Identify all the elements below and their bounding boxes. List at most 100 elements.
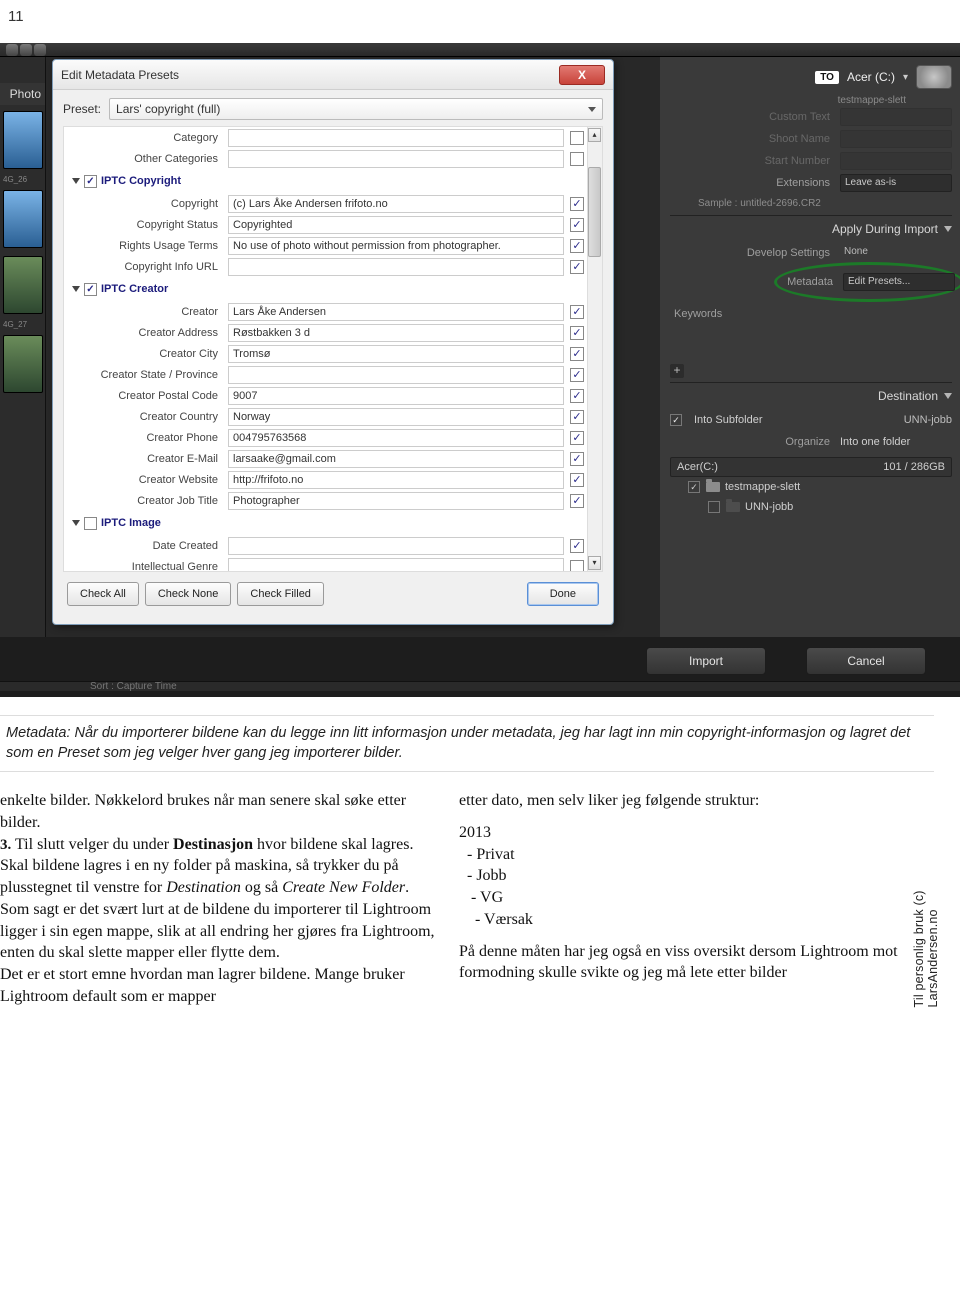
field-input[interactable]: (c) Lars Åke Andersen frifoto.no bbox=[228, 195, 564, 213]
field-checkbox[interactable] bbox=[570, 410, 584, 424]
field-input[interactable] bbox=[228, 537, 564, 555]
figure-caption: Metadata: Når du importerer bildene kan … bbox=[0, 715, 934, 772]
screenshot-container: Photo 4G_26 4G_27 Edit Metadata Presets … bbox=[0, 43, 960, 697]
window-control[interactable] bbox=[6, 44, 18, 56]
field-label: Creator bbox=[70, 306, 228, 318]
left-filmstrip: Photo 4G_26 4G_27 bbox=[0, 57, 46, 637]
window-control[interactable] bbox=[20, 44, 32, 56]
field-checkbox[interactable] bbox=[570, 218, 584, 232]
field-input[interactable] bbox=[228, 366, 564, 384]
scroll-up-icon[interactable]: ▴ bbox=[588, 128, 601, 142]
extensions-label: Extensions bbox=[670, 177, 840, 189]
field-checkbox[interactable] bbox=[570, 347, 584, 361]
field-checkbox[interactable] bbox=[570, 260, 584, 274]
option-input[interactable] bbox=[840, 130, 952, 148]
field-input[interactable] bbox=[228, 558, 564, 573]
field-input[interactable] bbox=[228, 129, 564, 147]
field-input[interactable] bbox=[228, 258, 564, 276]
field-input[interactable]: 004795763568 bbox=[228, 429, 564, 447]
check-all-button[interactable]: Check All bbox=[67, 582, 139, 606]
cancel-button[interactable]: Cancel bbox=[806, 647, 926, 675]
field-checkbox[interactable] bbox=[570, 305, 584, 319]
metadata-field-row: Copyright StatusCopyrighted bbox=[70, 214, 584, 235]
organize-value[interactable]: Into one folder bbox=[840, 436, 952, 448]
add-icon[interactable]: + bbox=[670, 364, 684, 378]
module-tab[interactable]: Photo bbox=[0, 83, 45, 105]
field-input[interactable] bbox=[228, 150, 564, 168]
metadata-field-row: Intellectual Genre bbox=[70, 556, 584, 572]
scroll-thumb[interactable] bbox=[588, 167, 601, 257]
section-header[interactable]: IPTC Copyright bbox=[70, 169, 584, 193]
field-checkbox[interactable] bbox=[570, 431, 584, 445]
section-header[interactable]: IPTC Creator bbox=[70, 277, 584, 301]
section-checkbox[interactable] bbox=[84, 283, 97, 296]
section-header[interactable]: IPTC Image bbox=[70, 511, 584, 535]
field-checkbox[interactable] bbox=[570, 368, 584, 382]
metadata-field-row: Creator CityTromsø bbox=[70, 343, 584, 364]
preset-select[interactable]: Lars' copyright (full) bbox=[109, 98, 603, 120]
field-input[interactable]: Copyrighted bbox=[228, 216, 564, 234]
thumbnail[interactable] bbox=[3, 111, 43, 169]
check-filled-button[interactable]: Check Filled bbox=[237, 582, 324, 606]
field-checkbox[interactable] bbox=[570, 389, 584, 403]
field-checkbox[interactable] bbox=[570, 539, 584, 553]
check-none-button[interactable]: Check None bbox=[145, 582, 232, 606]
field-checkbox[interactable] bbox=[570, 560, 584, 573]
folder-checkbox[interactable] bbox=[708, 501, 720, 513]
section-checkbox[interactable] bbox=[84, 175, 97, 188]
scroll-down-icon[interactable]: ▾ bbox=[588, 556, 601, 570]
section-checkbox[interactable] bbox=[84, 517, 97, 530]
folder-icon bbox=[726, 502, 740, 512]
extensions-select[interactable]: Leave as-is bbox=[840, 174, 952, 192]
window-control[interactable] bbox=[34, 44, 46, 56]
field-input[interactable]: Lars Åke Andersen bbox=[228, 303, 564, 321]
chevron-down-icon bbox=[944, 393, 952, 399]
folder-tree-row[interactable]: UNN-jobb bbox=[670, 497, 952, 517]
field-input[interactable]: larsaake@gmail.com bbox=[228, 450, 564, 468]
field-checkbox[interactable] bbox=[570, 494, 584, 508]
field-input[interactable]: http://frifoto.no bbox=[228, 471, 564, 489]
thumbnail[interactable] bbox=[3, 256, 43, 314]
field-label: Creator Postal Code bbox=[70, 390, 228, 402]
metadata-field-row: Creator Phone004795763568 bbox=[70, 427, 584, 448]
destination-drive[interactable]: Acer (C:) bbox=[847, 70, 895, 84]
folder-checkbox[interactable] bbox=[688, 481, 700, 493]
field-checkbox[interactable] bbox=[570, 239, 584, 253]
field-input[interactable]: Photographer bbox=[228, 492, 564, 510]
apply-during-import-header[interactable]: Apply During Import bbox=[670, 215, 952, 242]
field-input[interactable]: 9007 bbox=[228, 387, 564, 405]
thumbnail[interactable] bbox=[3, 335, 43, 393]
develop-settings-value[interactable]: None bbox=[840, 244, 952, 262]
os-titlebar bbox=[0, 43, 960, 57]
import-button[interactable]: Import bbox=[646, 647, 766, 675]
destination-header[interactable]: Destination bbox=[670, 382, 952, 409]
field-label: Creator City bbox=[70, 348, 228, 360]
field-input[interactable]: Røstbakken 3 d bbox=[228, 324, 564, 342]
metadata-select[interactable]: Edit Presets... bbox=[843, 273, 955, 291]
thumbnail[interactable] bbox=[3, 190, 43, 248]
field-checkbox[interactable] bbox=[570, 197, 584, 211]
field-checkbox[interactable] bbox=[570, 326, 584, 340]
metadata-field-row: Copyright(c) Lars Åke Andersen frifoto.n… bbox=[70, 193, 584, 214]
into-subfolder-value[interactable]: UNN-jobb bbox=[904, 414, 952, 426]
folder-tree-row[interactable]: testmappe-slett bbox=[670, 477, 952, 497]
field-input[interactable]: No use of photo without permission from … bbox=[228, 237, 564, 255]
field-checkbox[interactable] bbox=[570, 473, 584, 487]
thumb-label: 4G_27 bbox=[0, 320, 45, 329]
done-button[interactable]: Done bbox=[527, 582, 599, 606]
field-checkbox[interactable] bbox=[570, 152, 584, 166]
field-label: Date Created bbox=[70, 540, 228, 552]
volume-row[interactable]: Acer(C:)101 / 286GB bbox=[670, 457, 952, 477]
field-checkbox[interactable] bbox=[570, 131, 584, 145]
preset-value: Lars' copyright (full) bbox=[116, 102, 220, 116]
chevron-down-icon[interactable]: ▾ bbox=[903, 72, 908, 83]
field-checkbox[interactable] bbox=[570, 452, 584, 466]
field-input[interactable]: Tromsø bbox=[228, 345, 564, 363]
chevron-down-icon bbox=[72, 520, 80, 526]
into-subfolder-checkbox[interactable] bbox=[670, 414, 682, 426]
scrollbar[interactable]: ▴ ▾ bbox=[587, 127, 602, 571]
field-input[interactable]: Norway bbox=[228, 408, 564, 426]
close-icon[interactable]: X bbox=[559, 65, 605, 85]
option-input[interactable] bbox=[840, 108, 952, 126]
option-input[interactable] bbox=[840, 152, 952, 170]
